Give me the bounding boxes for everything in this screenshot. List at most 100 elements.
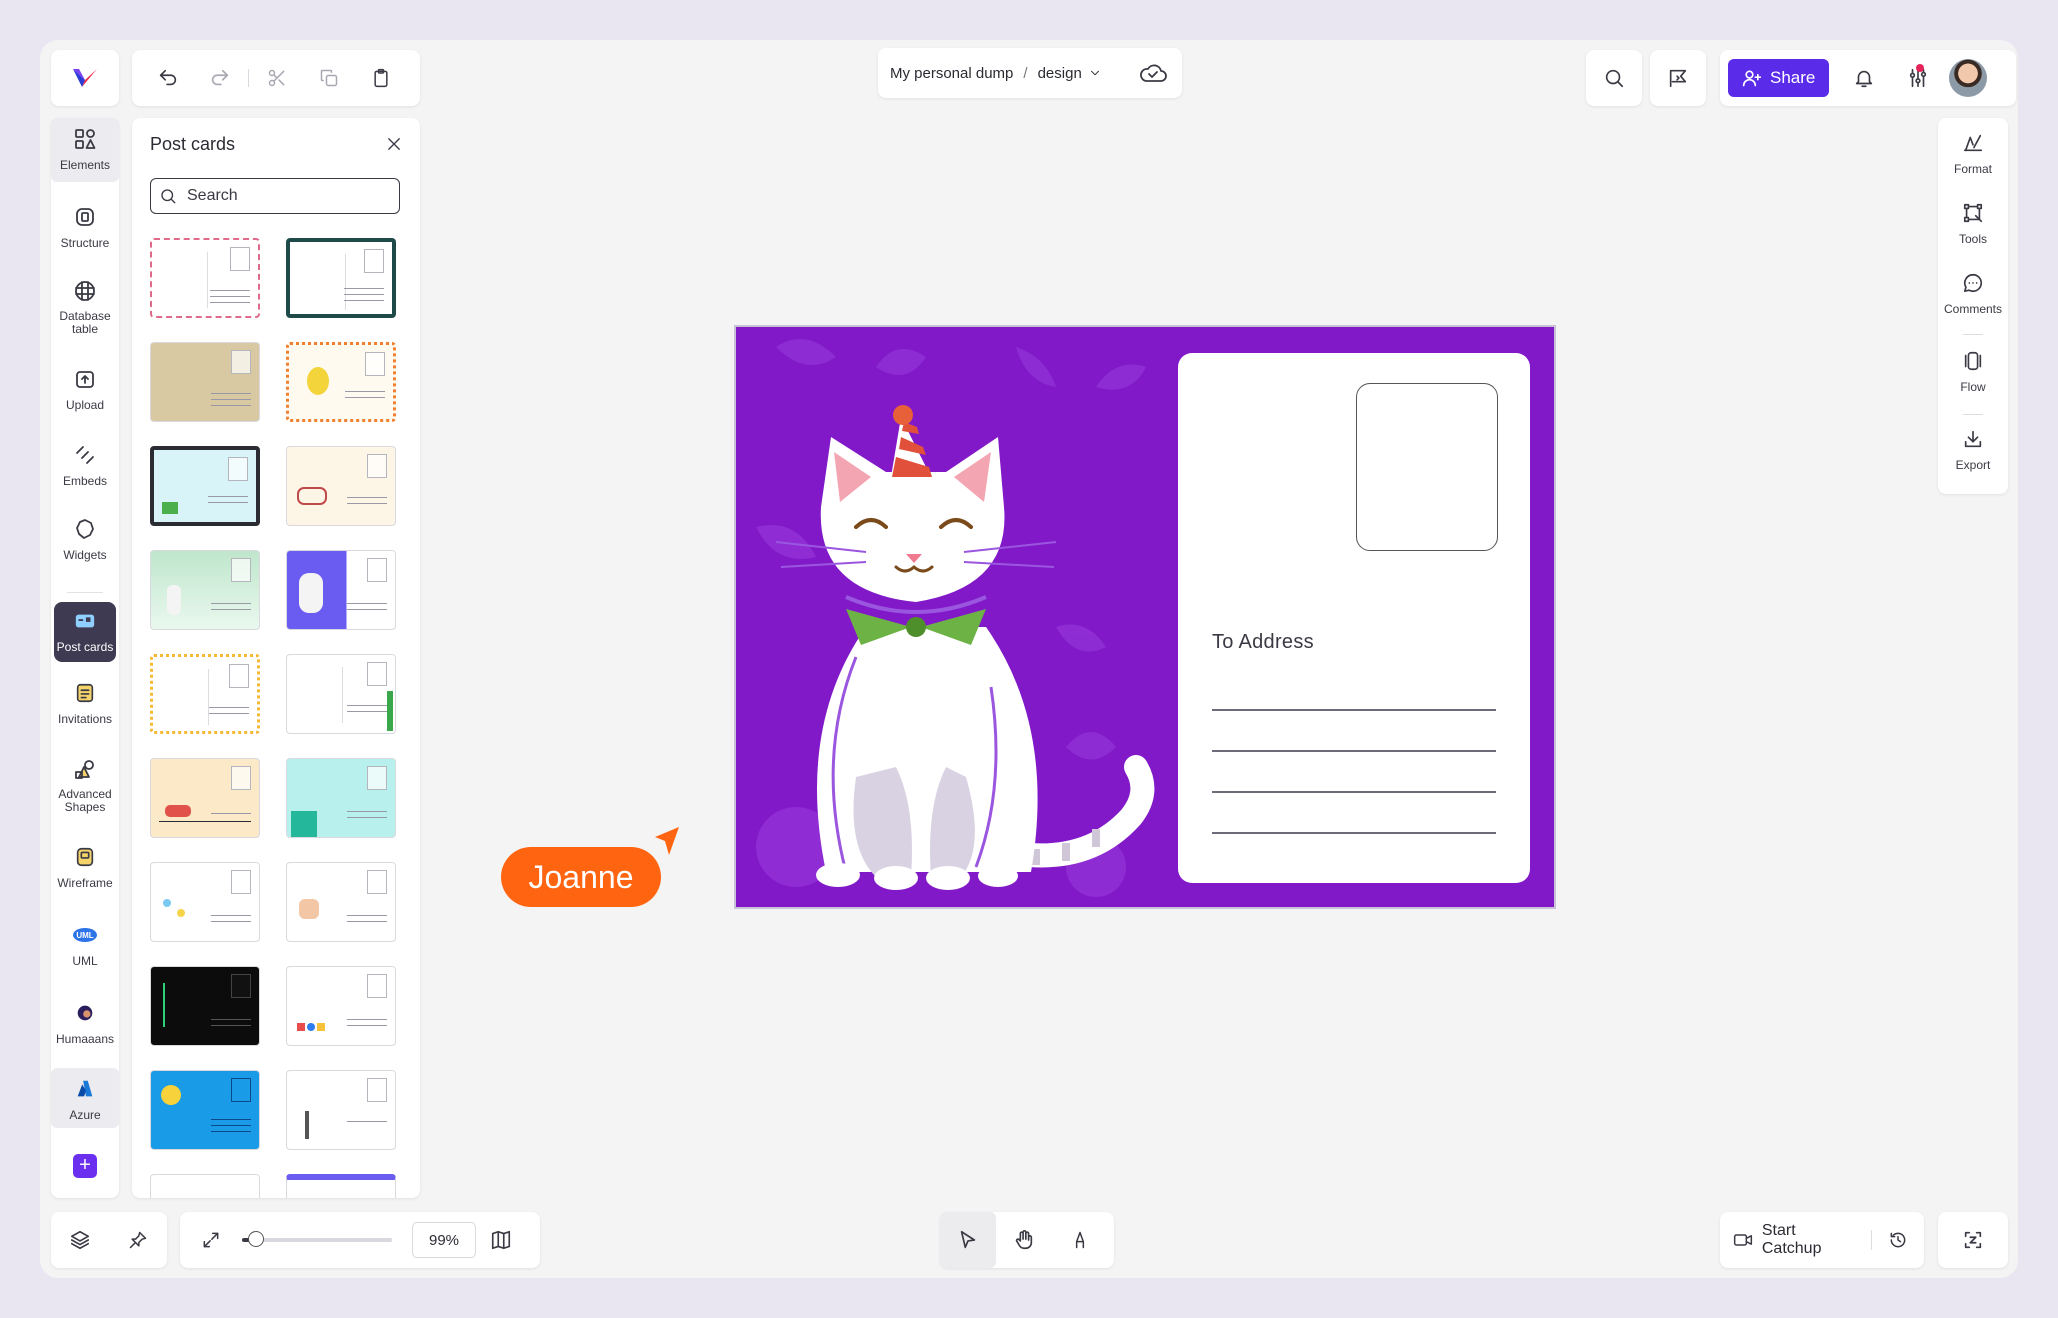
search-box[interactable] bbox=[150, 178, 400, 214]
sidebar-item-elements[interactable]: Elements bbox=[51, 118, 119, 182]
hand-icon[interactable] bbox=[996, 1212, 1052, 1268]
postcard-template[interactable] bbox=[286, 342, 396, 422]
postcard-template[interactable] bbox=[286, 862, 396, 942]
cut-icon[interactable] bbox=[251, 58, 303, 98]
copy-icon[interactable] bbox=[303, 58, 355, 98]
start-catchup-button[interactable]: Start Catchup bbox=[1762, 1222, 1859, 1258]
postcard-template[interactable] bbox=[150, 654, 260, 734]
sidebar-item-invitations[interactable]: Invitations bbox=[51, 678, 119, 726]
postcard-template[interactable] bbox=[286, 238, 396, 318]
search-icon bbox=[1603, 67, 1625, 89]
zoom-slider[interactable] bbox=[242, 1231, 392, 1247]
postcard-template[interactable] bbox=[150, 1070, 260, 1150]
sidebar-item-label: Database table bbox=[59, 309, 111, 336]
postcard-template[interactable] bbox=[286, 654, 396, 734]
right-item-export[interactable]: Export bbox=[1938, 424, 2008, 472]
breadcrumb-separator: / bbox=[1023, 64, 1028, 82]
right-item-label: Tools bbox=[1958, 232, 1987, 246]
address-line bbox=[1212, 750, 1496, 752]
database-table-icon bbox=[70, 276, 100, 306]
chevron-down-icon[interactable] bbox=[1086, 64, 1104, 82]
edit-toolbar bbox=[132, 50, 420, 106]
ai-zia-icon bbox=[1962, 1229, 1984, 1251]
address-line bbox=[1212, 709, 1496, 711]
postcard-template[interactable] bbox=[286, 550, 396, 630]
sidebar-item-label: Invitations bbox=[57, 712, 113, 726]
breadcrumb-page[interactable]: design bbox=[1038, 65, 1082, 82]
sidebar-item-database-table[interactable]: Database table bbox=[51, 276, 119, 336]
history-icon[interactable] bbox=[1884, 1226, 1912, 1254]
address-line bbox=[1212, 832, 1496, 834]
sidebar-item-upload[interactable]: Upload bbox=[51, 364, 119, 412]
zoom-controls: 99% bbox=[180, 1212, 540, 1268]
paste-icon[interactable] bbox=[355, 58, 407, 98]
postcard-design[interactable]: To Address bbox=[734, 325, 1556, 909]
fit-screen-icon[interactable] bbox=[192, 1221, 230, 1259]
redo-icon[interactable] bbox=[194, 58, 246, 98]
postcard-template[interactable] bbox=[150, 446, 260, 526]
sidebar-item-azure[interactable]: Azure bbox=[51, 1068, 119, 1128]
postcard-template[interactable] bbox=[150, 758, 260, 838]
sidebar-item-wireframe[interactable]: Wireframe bbox=[51, 842, 119, 890]
pointer-icon[interactable] bbox=[940, 1212, 996, 1268]
settings-sliders-icon[interactable] bbox=[1895, 55, 1941, 101]
breadcrumb-workspace[interactable]: My personal dump bbox=[890, 65, 1013, 82]
presentation-flag-icon bbox=[1667, 67, 1689, 89]
undo-icon[interactable] bbox=[142, 58, 194, 98]
sidebar-item-advanced-shapes[interactable]: Advanced Shapes bbox=[51, 754, 119, 814]
layers-icon[interactable] bbox=[60, 1220, 100, 1260]
present-button[interactable] bbox=[1650, 50, 1706, 106]
zoom-slider-handle[interactable] bbox=[247, 1231, 264, 1247]
sidebar-item-label: Elements bbox=[59, 158, 111, 172]
wireframe-icon bbox=[70, 842, 100, 872]
sidebar-item-embeds[interactable]: Embeds bbox=[51, 440, 119, 488]
postcard-template[interactable] bbox=[286, 758, 396, 838]
postcard-template[interactable] bbox=[150, 966, 260, 1046]
sidebar-item-uml[interactable]: UML UML bbox=[51, 920, 119, 968]
right-item-format[interactable]: Format bbox=[1938, 128, 2008, 176]
postcard-back[interactable]: To Address bbox=[1178, 353, 1530, 883]
postcard-template[interactable] bbox=[286, 1070, 396, 1150]
postcard-template[interactable] bbox=[286, 1174, 396, 1198]
stamp-placeholder[interactable] bbox=[1356, 383, 1498, 551]
search-input[interactable] bbox=[185, 186, 389, 206]
search-icon bbox=[159, 187, 177, 205]
postcard-template[interactable] bbox=[150, 550, 260, 630]
map-icon[interactable] bbox=[482, 1221, 520, 1259]
postcard-template[interactable] bbox=[286, 446, 396, 526]
sidebar-item-label: Upload bbox=[65, 398, 105, 412]
sidebar-item-post-cards[interactable]: Post cards bbox=[54, 602, 116, 662]
postcards-panel: Post cards bbox=[132, 118, 420, 1198]
postcard-template[interactable] bbox=[150, 862, 260, 942]
right-item-tools[interactable]: Tools bbox=[1938, 198, 2008, 246]
bell-icon[interactable] bbox=[1841, 55, 1887, 101]
pin-icon[interactable] bbox=[118, 1220, 158, 1260]
app-logo[interactable] bbox=[51, 50, 119, 106]
right-item-comments[interactable]: Comments bbox=[1938, 268, 2008, 316]
bottom-left-toolbar bbox=[51, 1212, 167, 1268]
share-label: Share bbox=[1770, 68, 1816, 87]
ai-assistant-button[interactable] bbox=[1938, 1212, 2008, 1268]
flow-icon bbox=[1958, 346, 1988, 376]
share-button[interactable]: Share bbox=[1728, 59, 1830, 97]
svg-text:UML: UML bbox=[76, 931, 93, 940]
sidebar-item-structure[interactable]: Structure bbox=[51, 202, 119, 250]
to-address-label: To Address bbox=[1212, 631, 1314, 653]
avatar[interactable] bbox=[1949, 59, 1988, 97]
zoom-value[interactable]: 99% bbox=[412, 1222, 476, 1258]
postcard-template[interactable] bbox=[286, 966, 396, 1046]
sidebar-item-widgets[interactable]: Widgets bbox=[51, 514, 119, 562]
pen-icon[interactable] bbox=[1052, 1212, 1108, 1268]
search-button[interactable] bbox=[1586, 50, 1642, 106]
format-icon bbox=[1958, 128, 1988, 158]
sidebar-item-humaaans[interactable]: Humaaans bbox=[51, 998, 119, 1046]
postcard-template[interactable] bbox=[150, 238, 260, 318]
cloud-saved-icon[interactable] bbox=[1136, 58, 1170, 88]
azure-icon bbox=[70, 1074, 100, 1104]
postcard-template[interactable] bbox=[150, 1174, 260, 1198]
close-icon[interactable] bbox=[382, 132, 406, 156]
add-library-button[interactable]: + bbox=[73, 1154, 97, 1178]
sidebar-item-label: UML bbox=[72, 954, 98, 968]
postcard-template[interactable] bbox=[150, 342, 260, 422]
right-item-flow[interactable]: Flow bbox=[1938, 346, 2008, 394]
